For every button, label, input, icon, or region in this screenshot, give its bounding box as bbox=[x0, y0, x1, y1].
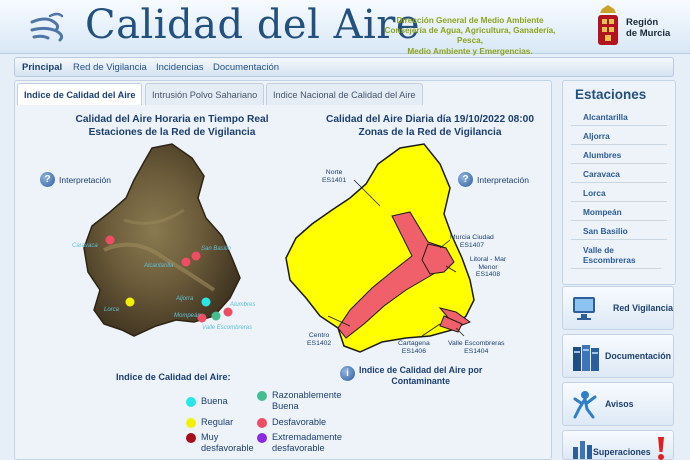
legend-dot bbox=[257, 391, 267, 401]
station-link-lorca[interactable]: Lorca bbox=[571, 185, 667, 202]
daily-title: Calidad del Aire Diaria día 19/10/2022 0… bbox=[325, 114, 534, 138]
zone-label-litoral-mar-menor: Litoral - Mar Menor ES1408 bbox=[469, 256, 507, 278]
map-label-alcantarilla: Alcantarilla bbox=[144, 263, 174, 269]
region-crest-icon bbox=[598, 5, 618, 45]
legend-item-muy-desfavorable: Muy desfavorable bbox=[186, 432, 256, 454]
agency-name: Dirección General de Medio Ambiente Cons… bbox=[384, 16, 556, 56]
station-link-caravaca[interactable]: Caravaca bbox=[571, 166, 667, 183]
zones-map[interactable] bbox=[280, 140, 490, 358]
legend-item-extremadamente-desfavorable: Extremadamente desfavorable bbox=[257, 432, 357, 454]
legend-dot bbox=[186, 433, 196, 443]
stations-sidebar: Estaciones Alcantarilla Aljorra Alumbres… bbox=[562, 80, 676, 285]
legend-item-desfavorable: Desfavorable bbox=[257, 417, 326, 428]
nav-red-de-vigilancia[interactable]: Red de Vigilancia bbox=[73, 62, 147, 73]
map-label-valle-escombreras: Valle Escombreras bbox=[202, 325, 253, 331]
help-icon: ? bbox=[40, 172, 55, 187]
chart-icon bbox=[573, 441, 592, 459]
red-vigilancia-button[interactable]: Red Vigilancia bbox=[562, 286, 674, 330]
station-marker[interactable] bbox=[105, 235, 115, 245]
main-nav: Principal Red de Vigilancia Incidencias … bbox=[14, 57, 674, 77]
station-marker[interactable] bbox=[223, 307, 233, 317]
legend-item-buena: Buena bbox=[186, 396, 228, 407]
tab-indice-calidad-aire[interactable]: Indice de Calidad del Aire bbox=[17, 83, 143, 105]
map-label-caravaca: Caravaca bbox=[72, 243, 98, 249]
region-name: Región de Murcia bbox=[626, 17, 671, 39]
map-label-alumbres: Alumbres bbox=[230, 302, 256, 308]
zone-label-cartagena: Cartagena ES1406 bbox=[398, 340, 430, 355]
avisos-button[interactable]: Avisos bbox=[562, 382, 674, 426]
map-label-aljorra: Aljorra bbox=[176, 296, 194, 302]
zone-label-valle-escombreras: Valle Escombreras ES1404 bbox=[448, 340, 505, 355]
station-link-san-basilio[interactable]: San Basilio bbox=[571, 223, 667, 240]
legend-title: Indice de Calidad del Aire: bbox=[116, 372, 231, 382]
nav-incidencias[interactable]: Incidencias bbox=[156, 62, 204, 73]
tab-indice-nacional[interactable]: Indice Nacional de Calidad del Aire bbox=[266, 83, 423, 105]
zone-label-norte: Norte ES1401 bbox=[322, 169, 347, 184]
map-label-lorca: Lorca bbox=[104, 307, 120, 313]
station-marker[interactable] bbox=[191, 251, 201, 261]
station-link-alumbres[interactable]: Alumbres bbox=[571, 147, 667, 164]
info-icon: i bbox=[340, 366, 355, 381]
map-label-mompean: Mompeán bbox=[174, 313, 201, 319]
wind-icon bbox=[30, 12, 64, 42]
zone-label-murcia-ciudad: Murcia Ciudad ES1407 bbox=[450, 234, 494, 249]
station-link-aljorra[interactable]: Aljorra bbox=[571, 128, 667, 145]
monitor-icon bbox=[573, 297, 595, 320]
exclamation-icon bbox=[658, 437, 664, 460]
zone-label-centro: Centro ES1402 bbox=[307, 332, 332, 347]
stations-title: Estaciones bbox=[575, 87, 647, 102]
legend-dot bbox=[186, 397, 196, 407]
station-link-alcantarilla[interactable]: Alcantarilla bbox=[571, 109, 667, 126]
tab-intrusion-polvo-sahariano[interactable]: Intrusión Polvo Sahariano bbox=[145, 83, 265, 105]
map-label-san-basilio: San Basilio bbox=[201, 246, 232, 252]
legend-item-regular: Regular bbox=[186, 417, 233, 428]
superaciones-button[interactable]: Superaciones bbox=[562, 430, 674, 460]
station-marker[interactable] bbox=[125, 297, 135, 307]
nav-documentacion[interactable]: Documentación bbox=[213, 62, 279, 73]
site-header: Calidad del Aire Dirección General de Me… bbox=[0, 0, 690, 56]
site-logo-text[interactable]: Calidad del Aire bbox=[85, 2, 420, 48]
station-marker[interactable] bbox=[211, 311, 221, 321]
legend-dot bbox=[257, 418, 267, 428]
legend-dot bbox=[186, 418, 196, 428]
contaminante-link[interactable]: i Indice de Calidad del Aire por Contami… bbox=[340, 365, 482, 386]
legend-dot bbox=[257, 433, 267, 443]
station-marker[interactable] bbox=[201, 297, 211, 307]
nav-principal[interactable]: Principal bbox=[22, 62, 62, 73]
books-icon bbox=[573, 345, 599, 371]
station-link-valle-escombreras[interactable]: Valle de Escombreras bbox=[571, 242, 661, 269]
legend-item-razonablemente-buena: Razonablemente Buena bbox=[257, 390, 347, 412]
person-icon bbox=[573, 391, 597, 419]
realtime-title: Calidad del Aire Horaria en Tiempo Real … bbox=[75, 114, 269, 138]
documentacion-button[interactable]: Documentación bbox=[562, 334, 674, 378]
station-link-mompean[interactable]: Mompeán bbox=[571, 204, 667, 221]
station-marker[interactable] bbox=[181, 257, 191, 267]
